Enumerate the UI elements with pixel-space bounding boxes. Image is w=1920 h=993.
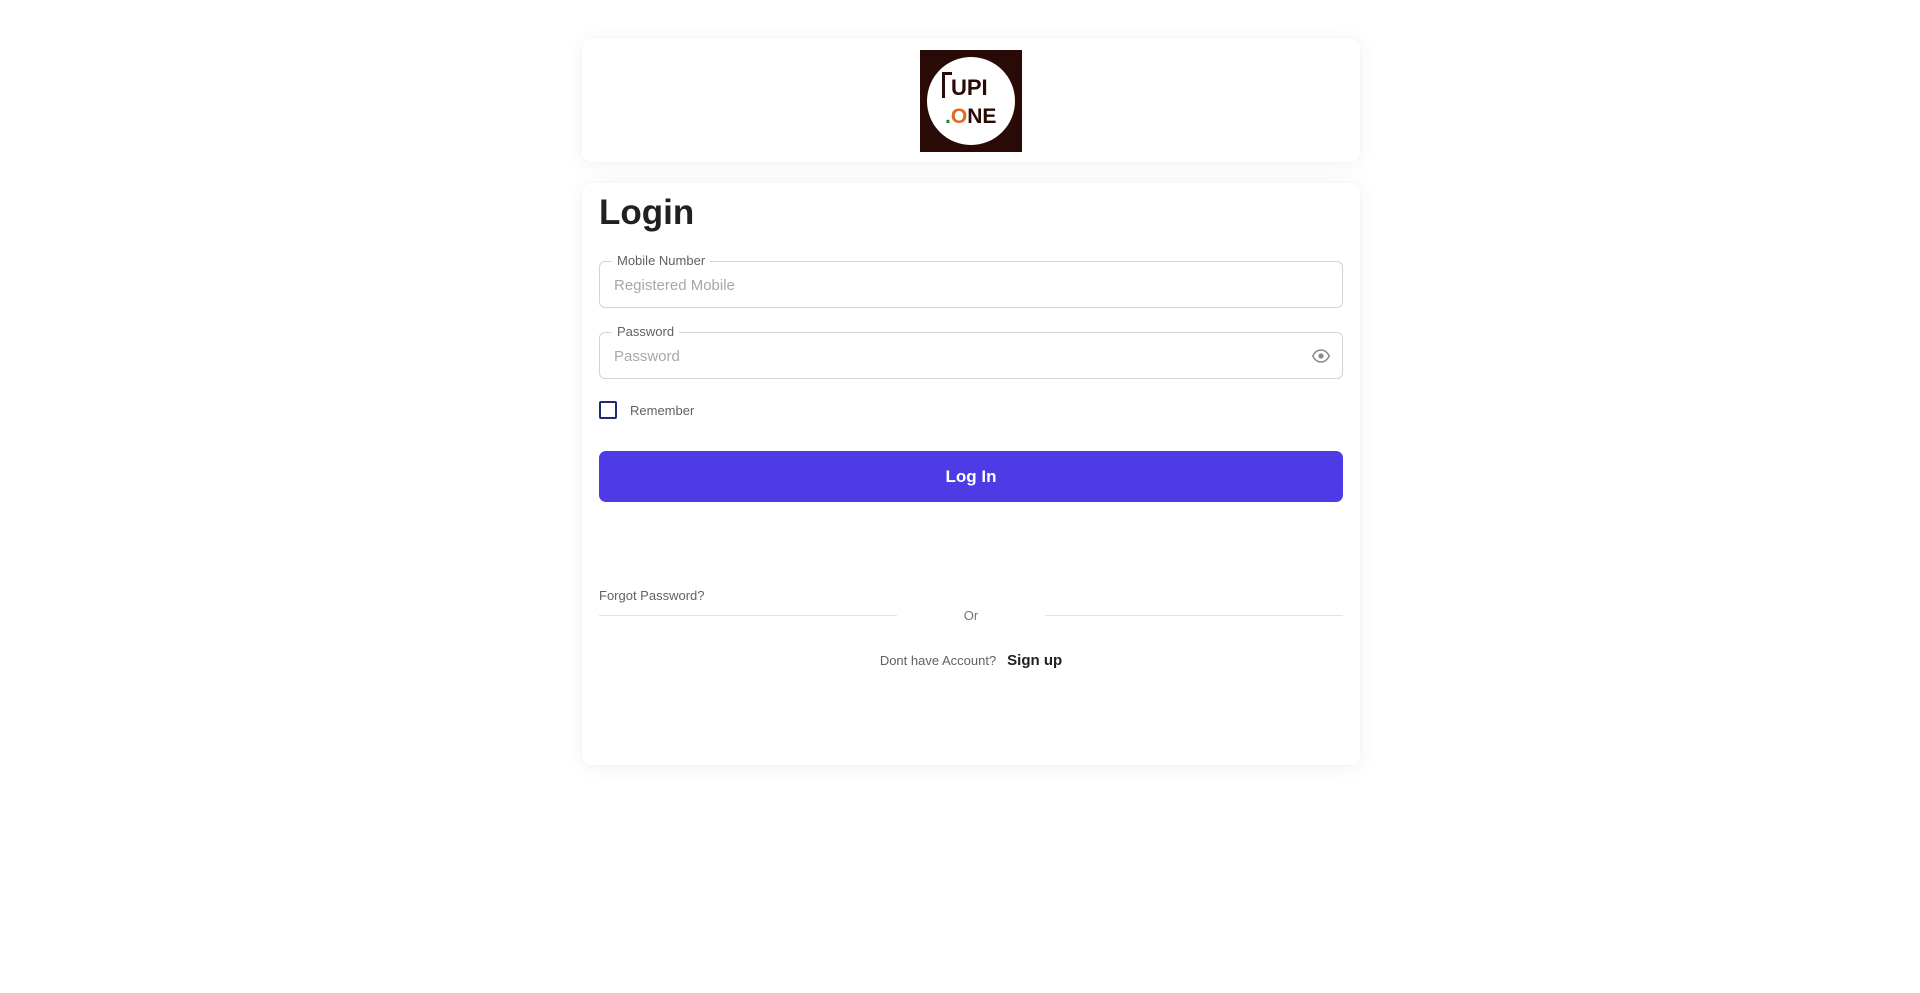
mobile-input[interactable] [614, 273, 1294, 297]
password-input[interactable] [614, 344, 1294, 368]
mobile-field-label: Mobile Number [612, 253, 711, 268]
remember-row[interactable]: Remember [599, 401, 694, 419]
logo-o: O [950, 105, 968, 128]
divider-right [1045, 615, 1343, 616]
logo-circle: UPI .ONE [927, 57, 1015, 145]
forgot-password-link[interactable]: Forgot Password? [599, 588, 705, 603]
mobile-field[interactable]: Mobile Number [599, 253, 1343, 308]
signup-link[interactable]: Sign up [1007, 652, 1062, 669]
signup-row: Dont have Account? Sign up [582, 652, 1360, 669]
logo-card: UPI .ONE [582, 38, 1360, 162]
password-field-label: Password [612, 324, 680, 339]
eye-icon[interactable] [1312, 347, 1330, 365]
logo-top-text: UPI [951, 75, 988, 100]
logo-ne: NE [967, 105, 997, 128]
remember-checkbox[interactable] [599, 401, 617, 419]
login-button[interactable]: Log In [599, 451, 1343, 502]
logo-bottom-text: .ONE [945, 105, 996, 129]
remember-label: Remember [630, 402, 695, 418]
login-form-card: Login Mobile Number Password Remember Lo… [582, 183, 1360, 765]
page-title: Login [599, 193, 695, 232]
divider-left [599, 615, 897, 616]
brand-logo: UPI .ONE [920, 50, 1022, 152]
divider-or: Or [963, 608, 979, 623]
no-account-text: Dont have Account? [879, 653, 997, 668]
password-field[interactable]: Password [599, 324, 1343, 379]
